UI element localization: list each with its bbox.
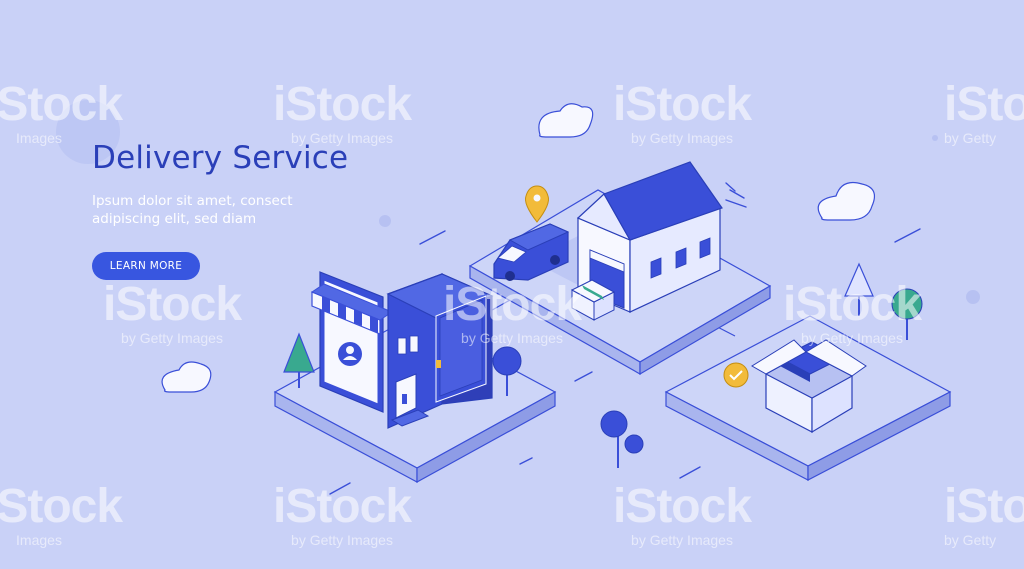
isometric-illustration — [56, 100, 980, 495]
hero-subtitle-line: Ipsum dolor sit amet, consect — [92, 193, 293, 209]
hero-subtitle-line: adipiscing elit, sed diam — [92, 211, 257, 227]
bg-dot — [932, 135, 938, 141]
delivery-service-banner: iStock Images iStock by Getty Images iSt… — [0, 0, 1024, 569]
bg-dot — [966, 290, 980, 304]
tree — [891, 288, 923, 340]
hero-subtitle: Ipsum dolor sit amet, consect adipiscing… — [92, 192, 352, 228]
map-pin-icon — [525, 185, 549, 223]
cloud — [817, 181, 875, 221]
cloud — [161, 361, 212, 393]
learn-more-button[interactable]: LEARN MORE — [92, 252, 200, 280]
page-title: Delivery Service — [92, 140, 349, 176]
check-icon — [723, 362, 749, 388]
cloud — [538, 103, 594, 138]
tree — [600, 410, 644, 468]
bg-dot — [379, 215, 391, 227]
tree — [844, 262, 874, 316]
